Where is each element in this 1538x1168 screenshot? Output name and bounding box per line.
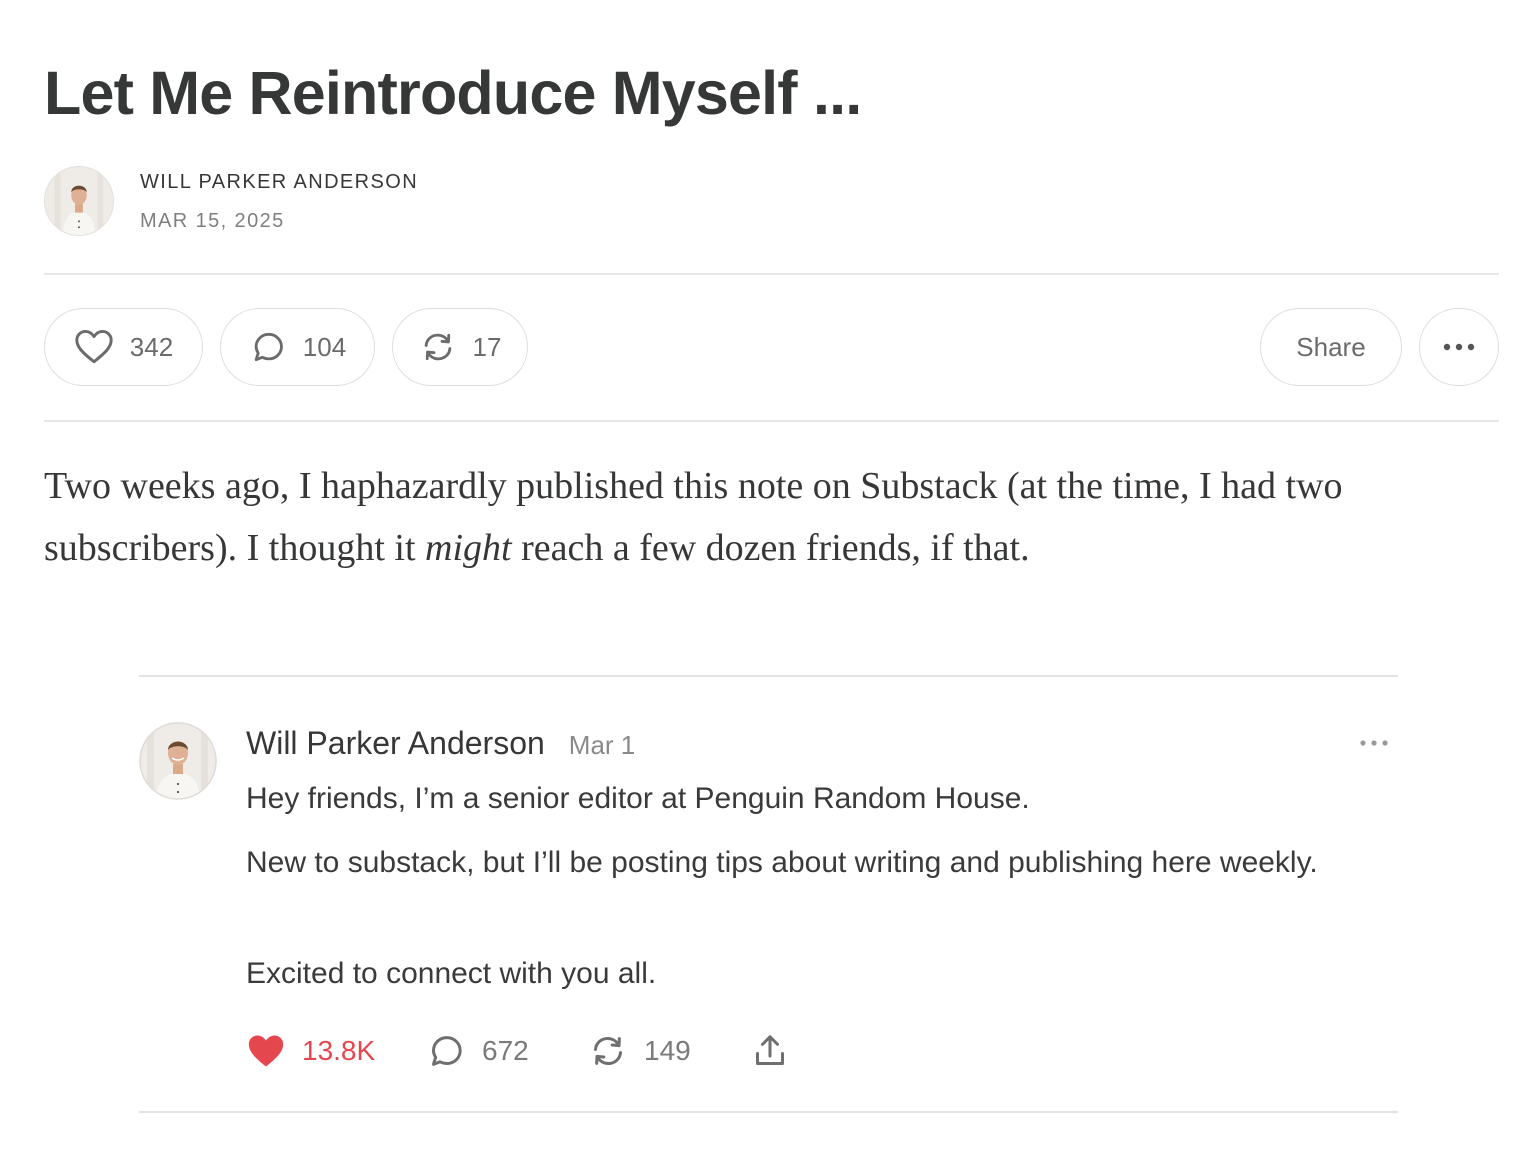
restack-icon — [424, 333, 451, 361]
like-count: 342 — [129, 331, 174, 362]
note-comment-count: 672 — [482, 1035, 529, 1066]
author-name[interactable]: WILL PARKER ANDERSON — [140, 171, 418, 194]
note-header: Will Parker Anderson Mar 1 — [246, 725, 635, 762]
note-avatar-image — [139, 722, 217, 800]
divider-bottom — [44, 420, 1499, 422]
comment-bubble-icon — [432, 1036, 462, 1066]
comment-count: 104 — [302, 331, 347, 362]
body-text-emphasis: might — [425, 527, 512, 569]
note-more-options[interactable] — [1357, 733, 1391, 753]
post-body-paragraph: Two weeks ago, I haphazardly published t… — [44, 455, 1484, 579]
embed-divider-top — [139, 675, 1398, 677]
comment-button[interactable]: 104 — [220, 308, 375, 386]
comment-bubble-icon — [254, 332, 283, 362]
ellipsis-icon — [1360, 740, 1388, 746]
post-title: Let Me Reintroduce Myself ... — [44, 59, 862, 127]
note-restack-button[interactable]: 149 — [588, 1027, 691, 1075]
restack-button[interactable]: 17 — [392, 308, 528, 386]
note-restack-count: 149 — [644, 1035, 691, 1066]
post-date: MAR 15, 2025 — [140, 210, 285, 232]
note-like-button[interactable]: 13.8K — [246, 1027, 375, 1075]
restack-icon — [594, 1036, 622, 1066]
embed-divider-bottom — [139, 1111, 1398, 1113]
share-button[interactable]: Share — [1260, 308, 1402, 386]
note-date[interactable]: Mar 1 — [569, 730, 635, 761]
author-avatar-image — [45, 167, 113, 235]
byline-text: WILL PARKER ANDERSON MAR 15, 2025 — [140, 171, 418, 233]
share-label: Share — [1296, 331, 1366, 362]
note-author-avatar[interactable] — [139, 722, 217, 800]
divider-top — [44, 273, 1499, 275]
heart-icon — [75, 329, 113, 364]
note-like-count: 13.8K — [302, 1035, 376, 1066]
note-share-button[interactable] — [750, 1027, 790, 1075]
note-text-line: New to substack, but I’ll be posting tip… — [246, 846, 1318, 879]
like-button[interactable]: 342 — [44, 308, 203, 386]
body-text-part2: reach a few dozen friends, if that. — [511, 527, 1030, 569]
ellipsis-icon — [1443, 343, 1475, 351]
author-avatar[interactable] — [44, 166, 114, 236]
embedded-note[interactable]: Will Parker Anderson Mar 1 Hey friends, … — [139, 675, 1398, 1115]
post-actions-bar: 342 104 17 Share — [44, 308, 1499, 388]
heart-filled-icon — [248, 1035, 284, 1067]
note-author-name[interactable]: Will Parker Anderson — [246, 725, 545, 762]
byline: WILL PARKER ANDERSON MAR 15, 2025 — [44, 166, 418, 236]
note-text-line: Hey friends, I’m a senior editor at Peng… — [246, 782, 1030, 815]
note-comment-button[interactable]: 672 — [426, 1027, 529, 1075]
upload-share-icon — [756, 1035, 784, 1065]
note-actions-bar: 13.8K 672 149 — [246, 1027, 946, 1075]
more-options-button[interactable] — [1419, 308, 1499, 386]
note-text-line: Excited to connect with you all. — [246, 957, 657, 990]
restack-count: 17 — [472, 331, 502, 362]
